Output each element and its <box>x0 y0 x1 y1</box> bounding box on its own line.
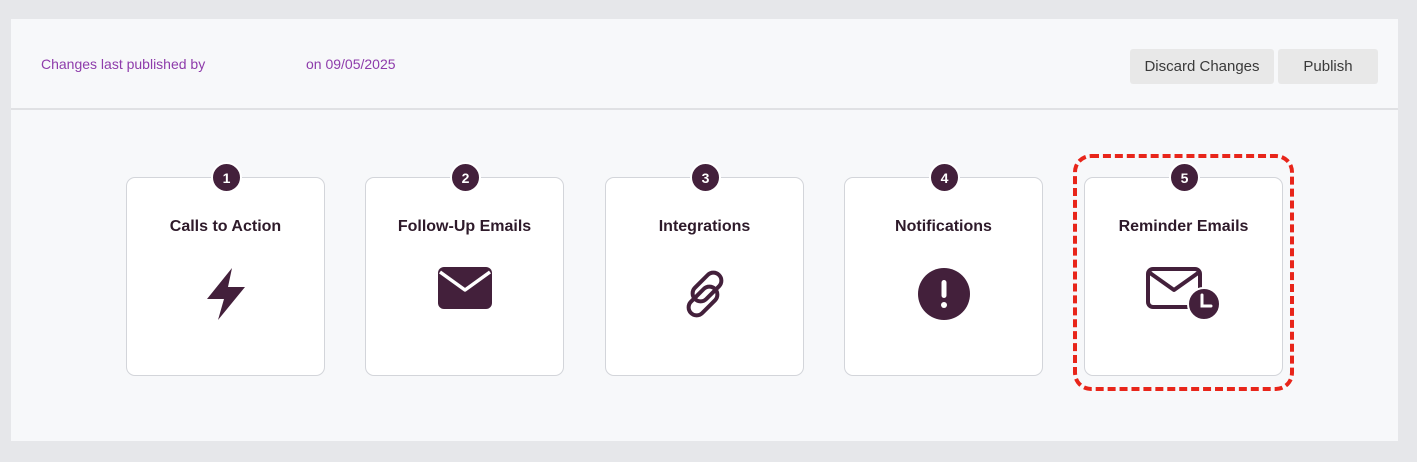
step-card-title: Notifications <box>895 218 992 235</box>
step-card-title: Calls to Action <box>169 218 282 235</box>
step-card-calls-to-action[interactable]: 1 Calls to Action <box>126 162 325 376</box>
discard-changes-button[interactable]: Discard Changes <box>1130 49 1274 84</box>
step-card-title: Follow-Up Emails <box>397 218 532 235</box>
step-number-badge: 4 <box>929 162 960 193</box>
settings-panel: Changes last published by on 09/05/2025 … <box>11 19 1398 441</box>
step-card-title: Reminder Emails <box>1118 218 1249 235</box>
step-number-badge: 2 <box>450 162 481 193</box>
step-card-reminder-emails[interactable]: 5 Reminder Emails <box>1084 162 1283 376</box>
publish-button[interactable]: Publish <box>1278 49 1378 84</box>
envelope-icon <box>437 267 492 309</box>
lightning-bolt-icon <box>206 268 245 320</box>
step-card-follow-up-emails[interactable]: 2 Follow-Up Emails <box>365 162 564 376</box>
step-number-badge: 5 <box>1169 162 1200 193</box>
alert-circle-icon <box>917 268 970 320</box>
envelope-clock-icon <box>1145 267 1221 321</box>
published-by-text: Changes last published by <box>41 56 206 72</box>
step-card-notifications[interactable]: 4 Notifications <box>844 162 1043 376</box>
link-icon <box>686 270 723 318</box>
step-number-badge: 3 <box>690 162 721 193</box>
step-card-title: Integrations <box>658 218 751 235</box>
step-card-integrations[interactable]: 3 Integrations <box>605 162 804 376</box>
publish-header: Changes last published by on 09/05/2025 … <box>11 19 1398 110</box>
published-date-text: on 09/05/2025 <box>306 56 396 72</box>
step-number-badge: 1 <box>211 162 242 193</box>
